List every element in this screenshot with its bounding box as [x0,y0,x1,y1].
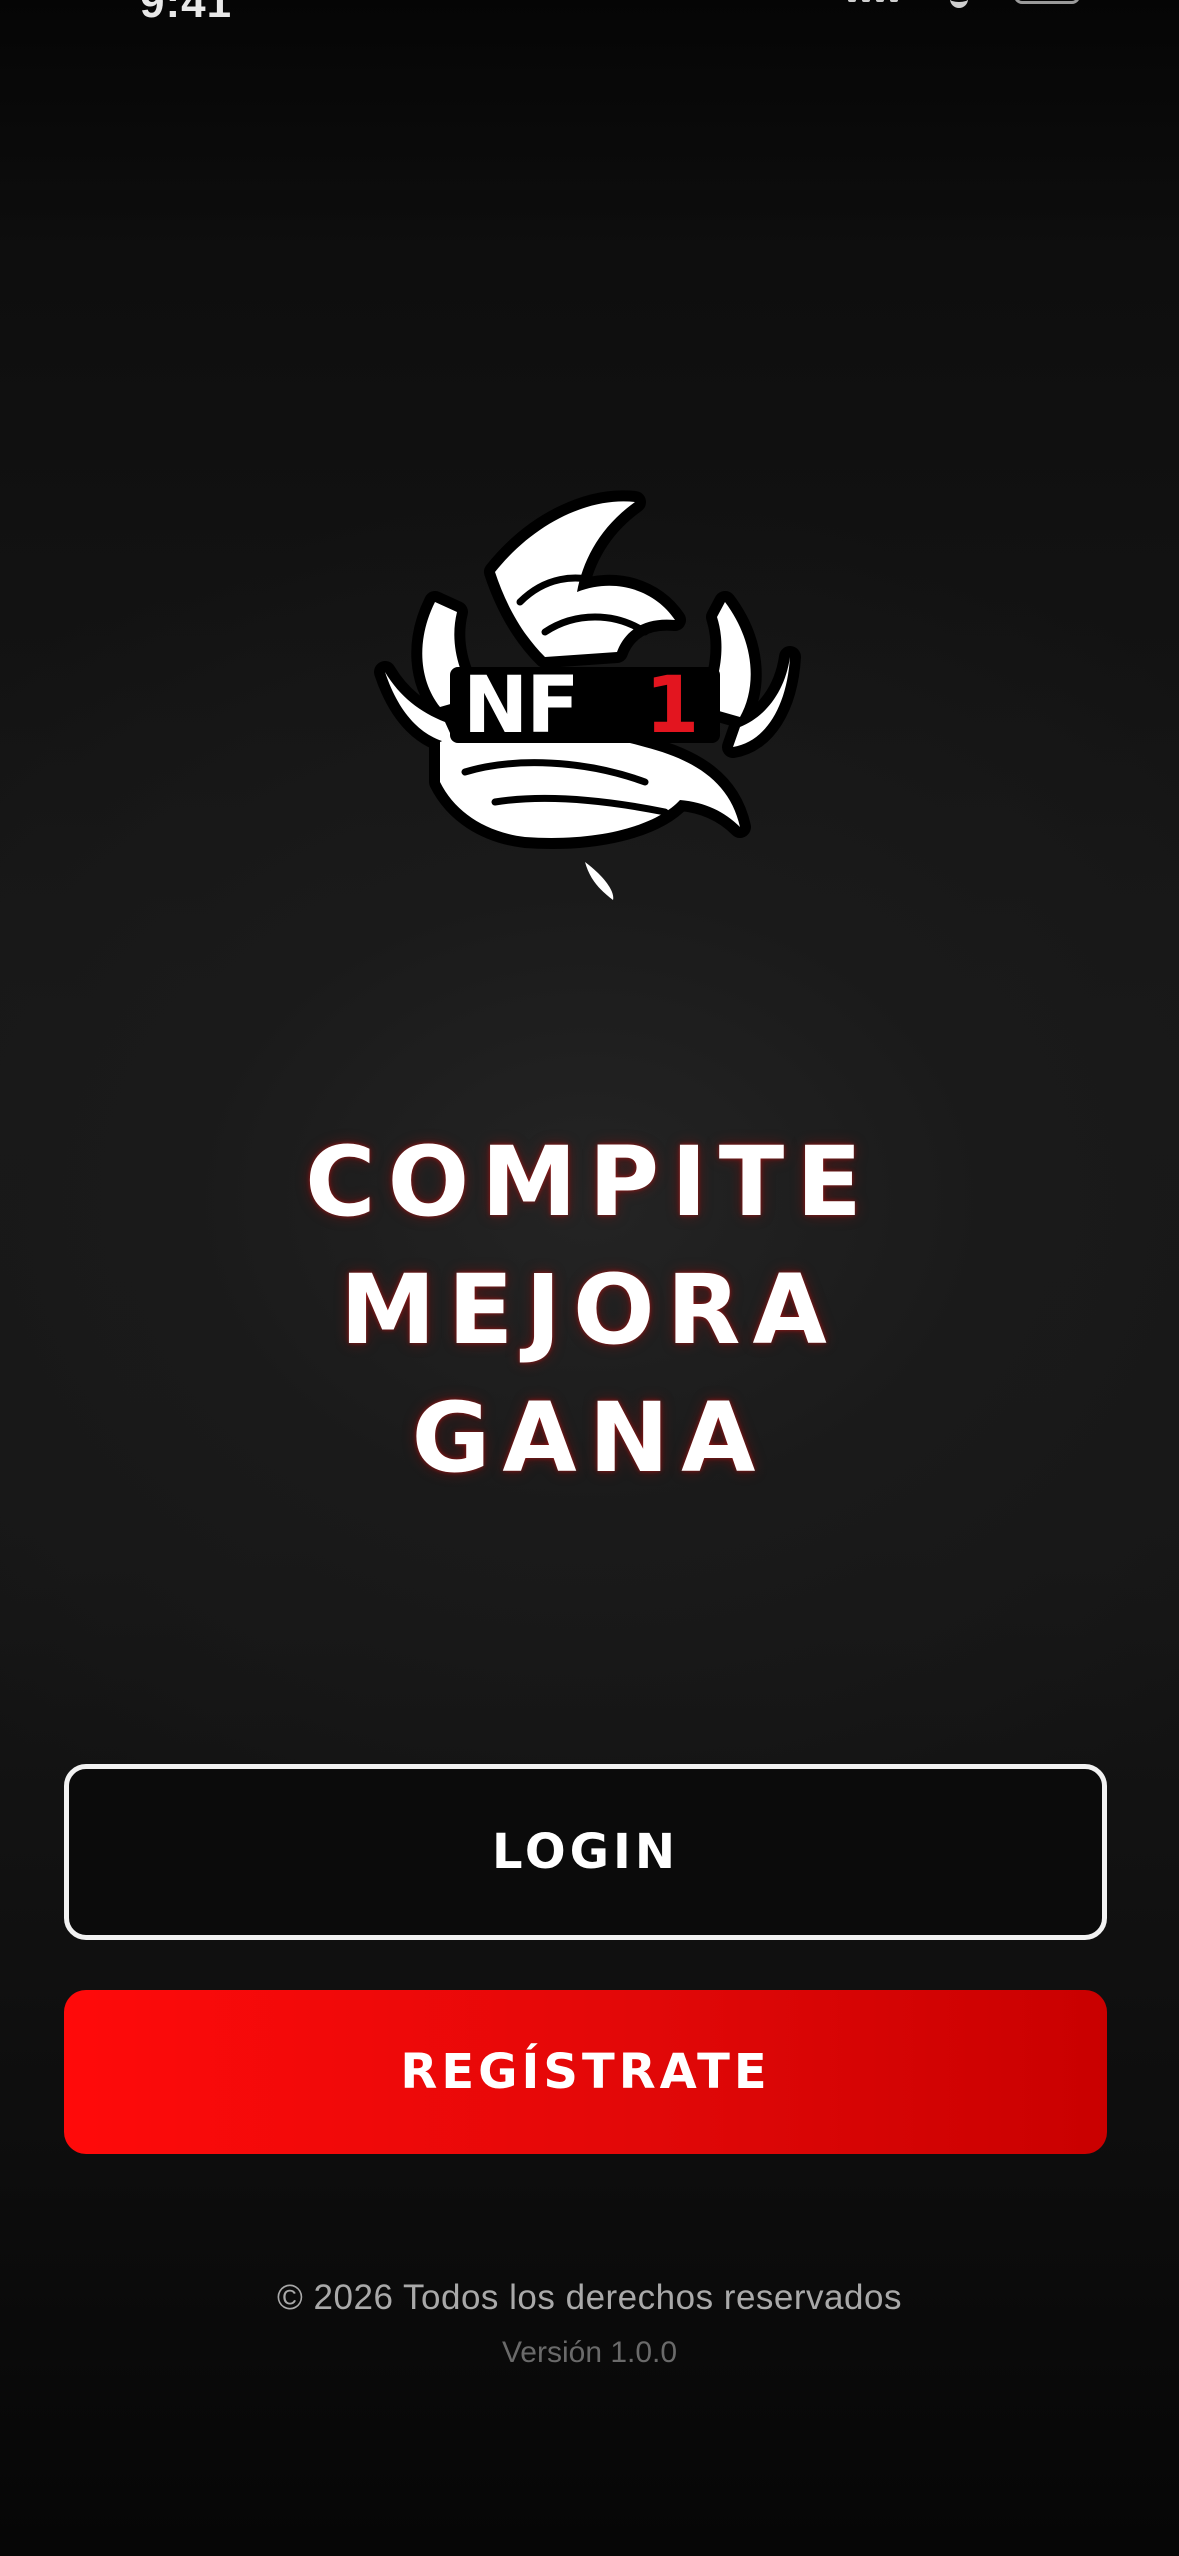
app-version: Versión 1.0.0 [501,2336,678,2369]
slogan: COMPITE MEJORA GANA [0,1118,1179,1502]
register-button[interactable]: REGÍSTRATE [64,1990,1107,2154]
slogan-line-gana: GANA [411,1382,768,1494]
svg-text:NF: NF [463,661,578,751]
register-button-label: REGÍSTRATE [400,2044,771,2100]
cellular-signal-icon [848,0,898,2]
status-time: 9:41 [140,0,233,27]
login-button[interactable]: LOGIN [64,1764,1107,1940]
svg-text:1: 1 [645,661,699,751]
slogan-line-mejora: MEJORA [340,1254,839,1366]
battery-icon [1014,0,1080,4]
wifi-icon [950,0,968,8]
copyright-text: © 2026 Todos los derechos reservados [277,2278,902,2317]
login-button-label: LOGIN [491,1824,680,1880]
status-bar: 9:41 [0,0,1179,30]
slogan-line-compite: COMPITE [305,1126,874,1238]
nf1-eagle-logo: NF 1 [345,482,825,902]
